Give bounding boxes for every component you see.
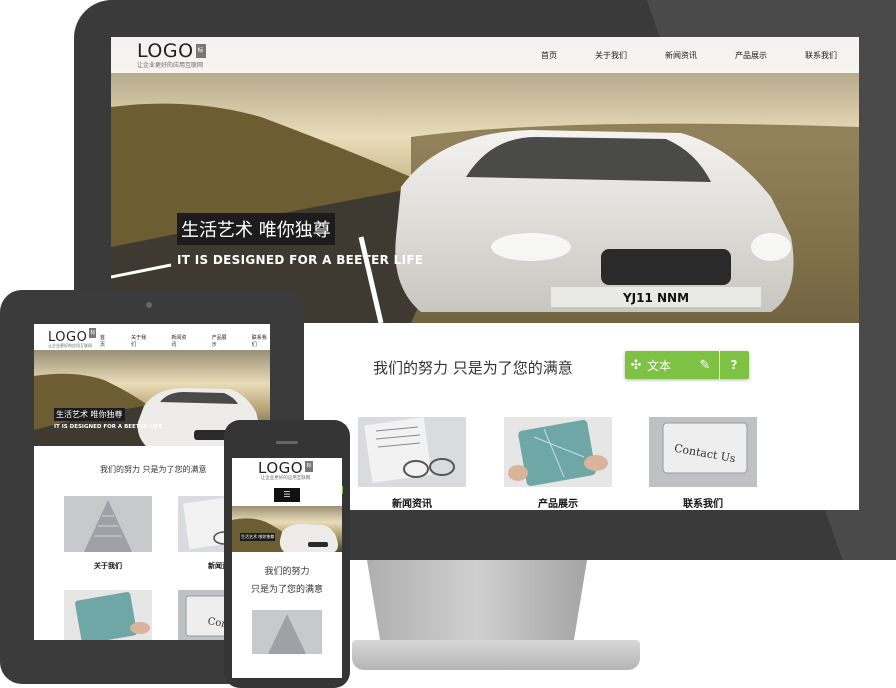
edit-toolbar: ✣ 文本 ✎ ?: [625, 351, 749, 379]
logo-subtitle: 让企业更好的应用互联网: [260, 476, 311, 481]
hero-title: 生活艺术 唯你独尊: [240, 533, 276, 541]
contact-us-key-image: Contact Us: [649, 417, 757, 487]
card-contact[interactable]: Contact Us 联系我们: [649, 417, 757, 510]
menu-icon[interactable]: ☰: [274, 488, 300, 502]
glasses-documents-image: [358, 417, 466, 487]
license-plate: YJ11 NNM: [622, 291, 689, 305]
slogan-line-1: 我们的努力: [264, 567, 310, 577]
help-button[interactable]: ?: [719, 351, 748, 379]
card-caption: 联系我们: [683, 499, 723, 510]
logo-badge: 标: [305, 461, 314, 472]
main-nav: 首页 关于我们 新闻资讯 产品展示 联系我们: [541, 50, 837, 61]
nav-item-about[interactable]: 关于我们: [131, 334, 149, 348]
hero-car-image: YJ11 NNM: [111, 37, 859, 323]
site-logo[interactable]: LOGO 标 让企业更好的应用互联网: [137, 40, 206, 69]
hero-subtitle: IT IS DESIGNED FOR A BEETER LIFE: [54, 424, 163, 430]
nav-item-home[interactable]: 首页: [100, 334, 109, 348]
nav-item-about[interactable]: 关于我们: [595, 50, 627, 61]
logo-subtitle: 让企业更好的应用互联网: [48, 343, 92, 348]
card-products[interactable]: 产品展示: [504, 417, 612, 510]
tablet-camera: [146, 302, 152, 308]
nav-item-contact[interactable]: 联系我们: [252, 334, 270, 348]
tablet-nav: 首页 关于我们 新闻资讯 产品展示 联系我们: [100, 334, 270, 348]
phone-speaker: [276, 441, 298, 444]
logo-badge: 标: [195, 44, 206, 58]
site-header: LOGO 标 让企业更好的应用互联网 首页 关于我们 新闻资讯 产品展示 联系我们: [111, 37, 859, 73]
phone-hero-image: [232, 506, 342, 552]
tablet-hand-image: [64, 590, 152, 640]
nav-item-products[interactable]: 产品展示: [212, 334, 230, 348]
tablet-header: LOGO 标 让企业更好的应用互联网 首页 关于我们 新闻资讯 产品展示 联系我们: [34, 324, 270, 350]
text-label[interactable]: 文本: [647, 357, 693, 374]
slogan: 我们的努力 只是为了您的满意: [373, 359, 573, 377]
card-about[interactable]: 关于我们: [64, 496, 152, 571]
logo-text: LOGO: [137, 40, 194, 62]
monitor-stand-base: [352, 640, 640, 670]
phone-logo[interactable]: LOGO 标 让企业更好的应用互联网: [258, 458, 314, 481]
building-image: [64, 496, 152, 552]
move-icon[interactable]: ✣: [625, 358, 647, 373]
card-caption: 关于我们: [94, 561, 122, 570]
nav-item-products[interactable]: 产品展示: [735, 50, 767, 61]
hero-title: 生活艺术 唯你独尊: [54, 408, 125, 421]
nav-item-news[interactable]: 新闻资讯: [171, 334, 189, 348]
card-products[interactable]: [64, 590, 152, 640]
building-image[interactable]: [252, 610, 322, 654]
pencil-icon[interactable]: ✎: [693, 358, 717, 373]
hero-title: 生活艺术 唯你独尊: [177, 213, 335, 245]
card-news[interactable]: 新闻资讯: [358, 417, 466, 510]
card-caption: 产品展示: [538, 499, 578, 510]
nav-item-news[interactable]: 新闻资讯: [665, 50, 697, 61]
card-caption: 新闻资讯: [392, 499, 432, 510]
tablet-hand-image: [504, 417, 612, 487]
phone-screen: LOGO 标 让企业更好的应用互联网 ☰ 生活艺术 唯你独尊 我们的努力 只是为了…: [232, 458, 342, 678]
slogan-line-2: 只是为了您的满意: [250, 585, 323, 595]
logo-badge: 标: [89, 328, 97, 338]
nav-item-contact[interactable]: 联系我们: [805, 50, 837, 61]
slogan: 我们的努力 只是为了您的满意: [100, 465, 207, 474]
hero-subtitle: IT IS DESIGNED FOR A BEETER LIFE: [177, 253, 424, 267]
nav-item-home[interactable]: 首页: [541, 50, 557, 61]
logo-subtitle: 让企业更好的应用互联网: [137, 62, 204, 69]
tablet-logo[interactable]: LOGO 标 让企业更好的应用互联网: [48, 326, 97, 349]
